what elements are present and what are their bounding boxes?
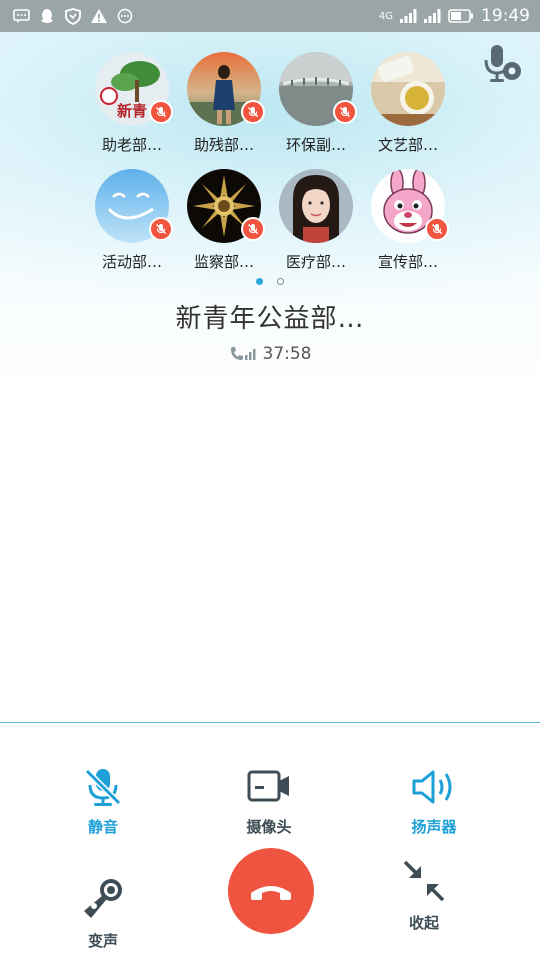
member-item[interactable]: 活动部…	[86, 169, 178, 272]
network-type: 4G	[378, 10, 393, 22]
member-name: 宣传部…	[377, 253, 438, 271]
mic-off-icon	[156, 224, 166, 234]
camera-button[interactable]: 摄像头	[209, 766, 329, 837]
muted-badge	[241, 100, 265, 124]
hangup-icon	[251, 886, 291, 900]
warning-icon	[90, 7, 108, 25]
member-item[interactable]: 新青 助老部…	[86, 52, 178, 155]
mic-off-icon	[248, 224, 258, 234]
avatar	[95, 169, 173, 243]
mute-label: 静音	[87, 818, 118, 836]
muted-badge	[149, 100, 173, 124]
member-item[interactable]: 监察部…	[178, 169, 270, 272]
member-name: 助老部…	[101, 136, 162, 154]
muted-badge	[241, 217, 265, 241]
avatar	[187, 52, 265, 126]
qq-icon	[38, 7, 56, 25]
speaker-label: 扬声器	[411, 818, 457, 836]
avatar-text: 新青	[117, 102, 147, 120]
member-item[interactable]: 环保副…	[270, 52, 362, 155]
battery-icon	[447, 7, 475, 25]
member-grid: 新青 助老部… 助残部… 环保副… 文艺部… 活动部… 监察部… 医疗部… 宣传…	[86, 52, 458, 272]
page-dot-active[interactable]	[256, 278, 263, 285]
member-item[interactable]: 医疗部…	[270, 169, 362, 272]
member-item[interactable]: 助残部…	[178, 52, 270, 155]
mic-off-icon	[340, 107, 350, 117]
mic-settings-button[interactable]	[480, 42, 524, 86]
call-duration: 37:58	[0, 344, 540, 364]
page-dot[interactable]	[277, 278, 284, 285]
voice-change-button[interactable]: 变声	[43, 876, 163, 951]
speaker-button[interactable]: 扬声器	[374, 766, 494, 837]
controls-divider	[0, 722, 540, 723]
hangup-button[interactable]	[228, 848, 314, 934]
page-indicator	[0, 278, 540, 285]
member-name: 医疗部…	[285, 253, 346, 271]
avatar	[371, 169, 449, 243]
avatar	[279, 52, 357, 126]
signal-icon	[399, 7, 417, 25]
speaker-icon	[412, 770, 452, 804]
status-bar: 4G 19:49	[0, 0, 540, 32]
more-icon	[116, 7, 134, 25]
camera-label: 摄像头	[246, 818, 292, 836]
avatar	[279, 169, 353, 243]
voice-changer-icon	[84, 879, 122, 918]
mic-off-icon	[248, 107, 258, 117]
muted-badge	[425, 217, 449, 241]
mic-muted-icon	[84, 768, 122, 806]
avatar	[187, 169, 265, 243]
collapse-label: 收起	[408, 914, 439, 932]
member-name: 助残部…	[193, 136, 254, 154]
member-name: 活动部…	[101, 253, 162, 271]
member-name: 监察部…	[193, 253, 254, 271]
message-icon	[12, 7, 30, 25]
collapse-arrows-icon	[403, 860, 445, 902]
avatar: 新青	[95, 52, 173, 126]
member-name: 文艺部…	[377, 136, 438, 154]
voice-change-label: 变声	[87, 932, 118, 950]
muted-badge	[149, 217, 173, 241]
muted-badge	[333, 100, 357, 124]
call-duration-text: 37:58	[262, 344, 312, 364]
shield-icon	[64, 7, 82, 25]
avatar	[371, 52, 445, 126]
clock: 19:49	[481, 6, 530, 26]
mute-button[interactable]: 静音	[43, 766, 163, 837]
member-name: 环保副…	[285, 136, 346, 154]
call-signal-icon	[230, 347, 255, 360]
member-item[interactable]: 宣传部…	[362, 169, 454, 272]
group-call-title: 新青年公益部…	[175, 304, 365, 334]
mic-settings-icon	[484, 45, 521, 82]
signal-icon-2	[423, 7, 441, 25]
video-camera-icon	[247, 770, 289, 802]
collapse-button[interactable]: 收起	[364, 858, 484, 933]
mic-off-icon	[432, 224, 442, 234]
mic-off-icon	[156, 107, 166, 117]
member-item[interactable]: 文艺部…	[362, 52, 454, 155]
